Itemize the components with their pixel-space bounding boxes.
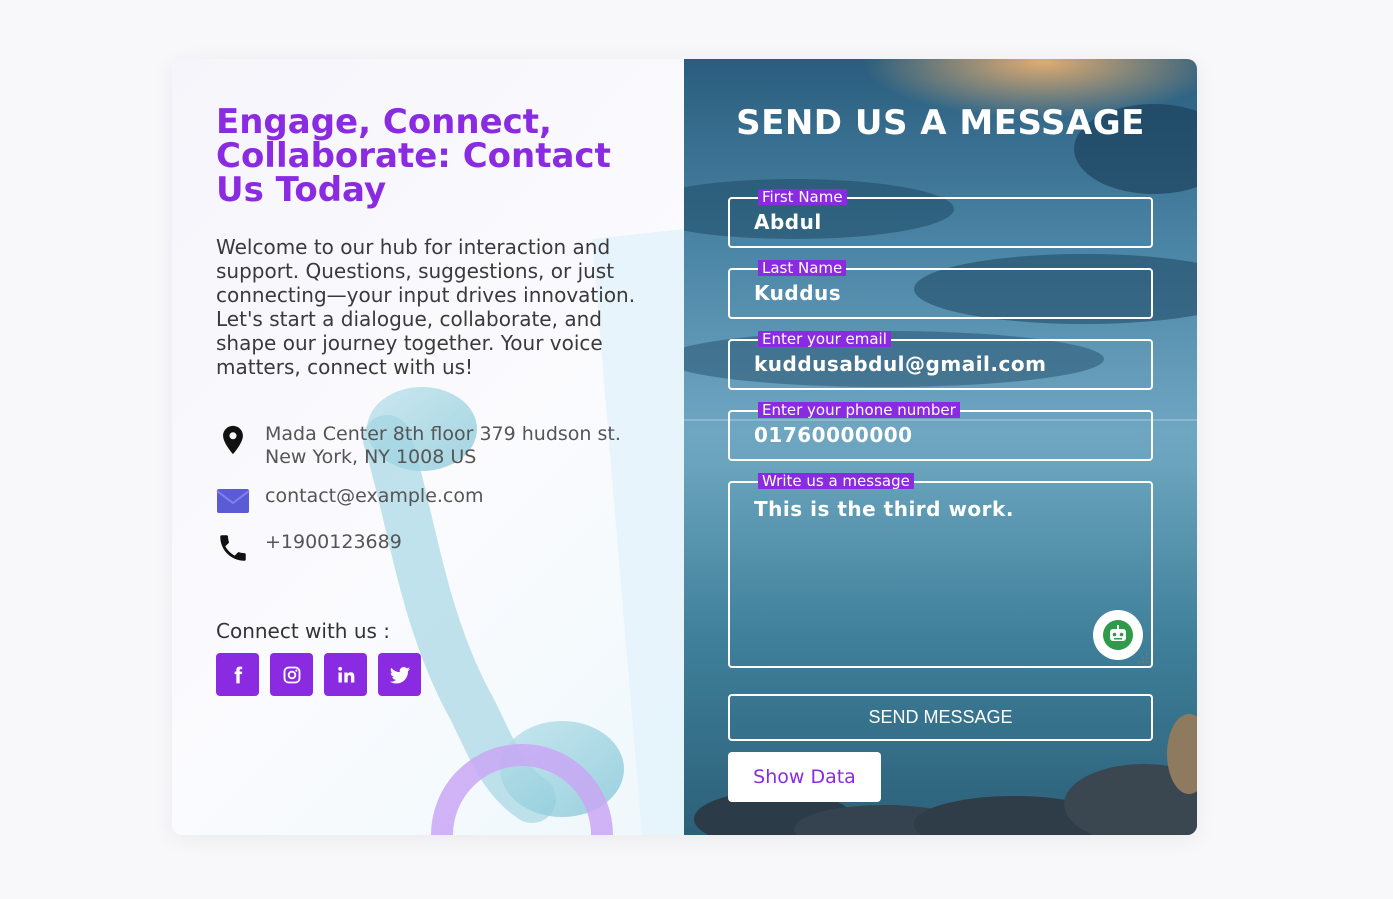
show-data-button[interactable]: Show Data: [728, 752, 881, 802]
resize-handle-icon[interactable]: [1137, 652, 1149, 664]
instagram-button[interactable]: [270, 653, 313, 696]
envelope-icon: [216, 489, 250, 513]
linkedin-button[interactable]: [324, 653, 367, 696]
social-links: [216, 653, 421, 696]
last-name-label: Last Name: [758, 260, 847, 276]
phone-row: +1900123689: [216, 531, 402, 565]
contact-card: Engage, Connect, Collaborate: Contact Us…: [172, 59, 1197, 835]
email-field[interactable]: Enter your email kuddusabdul@gmail.com: [728, 331, 1153, 390]
twitter-icon: [389, 666, 410, 683]
connect-label: Connect with us :: [216, 619, 391, 643]
phone-icon: [220, 535, 246, 561]
phone-label: Enter your phone number: [758, 402, 960, 418]
email-label: Enter your email: [758, 331, 891, 347]
assistant-bot-button[interactable]: [1093, 610, 1143, 660]
location-pin-icon: [223, 425, 243, 455]
email-value: kuddusabdul@gmail.com: [754, 352, 1047, 376]
last-name-field[interactable]: Last Name Kuddus: [728, 260, 1153, 319]
first-name-value: Abdul: [754, 210, 822, 234]
address-line-2: New York, NY 1008 US: [265, 446, 477, 468]
form-title: SEND US A MESSAGE: [736, 103, 1145, 143]
last-name-value: Kuddus: [754, 281, 842, 305]
instagram-icon: [283, 666, 300, 683]
facebook-icon: [234, 666, 242, 683]
message-value: This is the third work.: [754, 497, 1014, 521]
phone-value: 01760000000: [754, 423, 913, 447]
first-name-field[interactable]: First Name Abdul: [728, 189, 1153, 248]
message-form-panel: SEND US A MESSAGE First Name Abdul Last …: [684, 59, 1197, 835]
contact-phone[interactable]: +1900123689: [265, 531, 402, 554]
email-row: contact@example.com: [216, 485, 484, 519]
address-row: Mada Center 8th floor 379 hudson st. New…: [216, 423, 621, 469]
first-name-label: First Name: [758, 189, 847, 205]
linkedin-icon: [337, 666, 354, 682]
message-label: Write us a message: [758, 473, 914, 489]
page-title: Engage, Connect, Collaborate: Contact Us…: [216, 102, 611, 210]
contact-email[interactable]: contact@example.com: [265, 485, 484, 508]
address-line-1: Mada Center 8th floor 379 hudson st.: [265, 423, 621, 445]
robot-icon: [1103, 620, 1133, 650]
message-textarea[interactable]: Write us a message This is the third wor…: [728, 473, 1153, 668]
phone-field[interactable]: Enter your phone number 01760000000: [728, 402, 1153, 461]
twitter-button[interactable]: [378, 653, 421, 696]
intro-text: Welcome to our hub for interaction and s…: [216, 235, 636, 379]
facebook-button[interactable]: [216, 653, 259, 696]
contact-info-panel: Engage, Connect, Collaborate: Contact Us…: [172, 59, 684, 835]
send-message-button[interactable]: SEND MESSAGE: [728, 694, 1153, 741]
address-text: Mada Center 8th floor 379 hudson st. New…: [265, 423, 621, 469]
